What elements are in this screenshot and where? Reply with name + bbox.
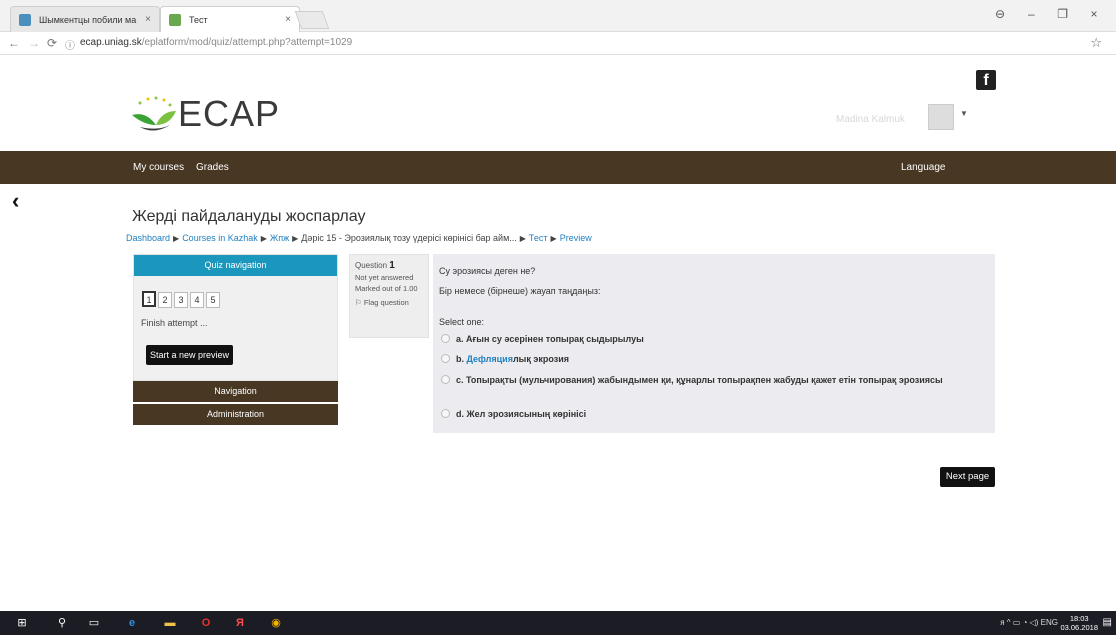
question-buttons: 12345 [142,290,222,308]
close-tab-icon[interactable]: × [145,7,151,32]
radio-button[interactable] [441,354,450,363]
chrome-icon[interactable]: ◉ [268,616,284,630]
close-window-icon[interactable]: × [1080,7,1108,21]
answer-option-d[interactable]: d. Жел эрозиясының көрінісі [441,408,586,421]
quiz-navigation-title: Quiz navigation [134,255,337,276]
question-state: Not yet answered [355,273,414,282]
user-name[interactable]: Madina Kalmuk [836,114,905,125]
notification-icon[interactable]: ▤ [1103,617,1112,628]
browser-tab-strip: Шымкентцы побили ма × Тест × ⊖ – ❐ × [0,0,1116,32]
flag-question-label: Flag question [363,298,409,307]
answer-label: d. Жел эрозиясының көрінісі [456,409,587,419]
my-courses-link[interactable]: My courses [133,162,184,173]
question-grade: Marked out of 1.00 [355,284,418,293]
question-button[interactable]: 5 [206,292,220,308]
breadcrumb-preview[interactable]: Preview [560,233,592,243]
question-button[interactable]: 3 [174,292,188,308]
logo-text[interactable]: ECAP [178,93,280,135]
yandex-icon[interactable]: Я [232,616,248,630]
radio-button[interactable] [441,409,450,418]
question-info: Question 1 Not yet answered Marked out o… [349,254,429,338]
browser-tab-news[interactable]: Шымкентцы побили ма × [10,6,160,32]
question-button[interactable]: 1 [142,291,156,307]
url-host: ecap.uniag.sk [80,37,142,48]
browser-tab-test[interactable]: Тест × [160,6,300,32]
profile-icon[interactable]: ⊖ [986,7,1014,21]
forward-icon[interactable]: → [28,36,40,50]
breadcrumb-lecture[interactable]: Дәріс 15 - Эрозиялық тозу үдерісі көріні… [301,233,517,243]
clock-time: 18:03 [1069,614,1089,623]
avatar[interactable] [928,104,954,130]
question-button[interactable]: 4 [190,292,204,308]
top-menubar: My courses Grades Language [0,151,1116,184]
back-icon[interactable]: ← [8,36,20,50]
tab-title: Шымкентцы побили ма [39,15,137,25]
windows-start-icon[interactable]: ⊞ [14,616,30,630]
system-tray[interactable]: ᴙ ^ ▭ ◔ ◁) ENG [1000,618,1058,627]
question-button[interactable]: 2 [158,292,172,308]
breadcrumb-course[interactable]: Жпж [270,233,289,243]
new-tab-button[interactable] [294,11,330,29]
ecap-favicon-icon [169,14,181,26]
window-controls: ⊖ – ❐ × [986,7,1108,21]
question-number-value: 1 [389,260,395,271]
language-indicator[interactable]: ENG [1041,618,1058,627]
flag-question-link[interactable]: ⚐ Flag question [355,298,423,307]
answer-label: лық экрозия [512,354,569,364]
finish-attempt-link[interactable]: Finish attempt ... [141,318,208,328]
quiz-navigation-block: Quiz navigation 12345 Finish attempt ...… [133,254,338,381]
next-page-button[interactable]: Next page [940,467,995,487]
bookmark-star-icon[interactable]: ☆ [1090,35,1102,51]
clock-date: 03.06.2018 [1060,623,1098,632]
question-formulation: Су эрозиясы деген не? Бір немесе (бірнеш… [433,254,995,433]
navigation-block-header[interactable]: Navigation [133,381,338,402]
back-chevron-icon[interactable]: ‹ [12,188,19,214]
minimize-icon[interactable]: – [1017,7,1045,21]
page-title: Жерді пайдалануды жоспарлау [132,208,366,225]
flag-icon: ⚐ [355,298,362,307]
radio-button[interactable] [441,334,450,343]
administration-block-header[interactable]: Administration [133,404,338,425]
chevron-down-icon[interactable]: ▼ [960,109,968,118]
start-new-preview-button[interactable]: Start a new preview [146,345,234,365]
answer-option-c[interactable]: c. Топырақты (мульчирования) жабындымен … [441,374,981,387]
grades-link[interactable]: Grades [196,162,229,173]
answer-option-a[interactable]: a. Ағын су әсерінен топырақ сыдырылуы [441,333,644,346]
close-tab-icon[interactable]: × [285,7,291,32]
glossary-link[interactable]: Дефляция [467,354,513,364]
select-one-label: Select one: [439,317,485,327]
answer-label: a. Ағын су әсерінен топырақ сыдырылуы [456,334,644,344]
breadcrumb-dashboard[interactable]: Dashboard [126,233,170,243]
radio-button[interactable] [441,375,450,384]
windows-taskbar: ⊞ ⚲ ▭ e ▬ O Я ◉ ᴙ ^ ▭ ◔ ◁) ENG 18:03 03.0… [0,611,1116,635]
opera-icon[interactable]: O [198,616,214,630]
reload-icon[interactable]: ⟳ [47,36,57,50]
url-path: /eplatform/mod/quiz/attempt.php?attempt=… [141,37,353,48]
question-label: Question [355,261,388,270]
language-menu[interactable]: Language [901,162,946,173]
question-number: Question 1 [355,260,423,271]
clock[interactable]: 18:03 03.06.2018 [1060,614,1098,632]
search-icon[interactable]: ⚲ [54,616,70,630]
news-favicon-icon [19,14,31,26]
question-text: Су эрозиясы деген не? [439,266,536,276]
ecap-logo-icon[interactable] [130,95,178,135]
answer-option-b[interactable]: b. Дефляциялық экрозия [441,353,569,366]
url-text[interactable]: ecap.uniag.sk/eplatform/mod/quiz/attempt… [80,37,352,48]
edge-icon[interactable]: e [124,616,140,630]
question-prompt: Бір немесе (бірнеше) жауап таңдаңыз: [439,286,601,296]
answer-prefix: b. [456,354,467,364]
file-explorer-icon[interactable]: ▬ [162,616,178,630]
task-view-icon[interactable]: ▭ [86,616,102,630]
info-icon[interactable]: ⓘ [65,37,75,52]
tab-title: Тест [189,15,208,25]
answer-label: c. Топырақты (мульчирования) жабындымен … [456,375,943,385]
maximize-icon[interactable]: ❐ [1049,7,1077,21]
address-bar[interactable]: ← → ⟳ ⓘ ecap.uniag.sk/eplatform/mod/quiz… [0,32,1116,55]
breadcrumb-test[interactable]: Тест [529,233,548,243]
facebook-icon[interactable]: f [976,70,996,90]
breadcrumb-courses[interactable]: Courses in Kazhak [182,233,258,243]
breadcrumb: Dashboard ▶ Courses in Kazhak ▶ Жпж ▶ Дәріс 15… [126,233,592,243]
